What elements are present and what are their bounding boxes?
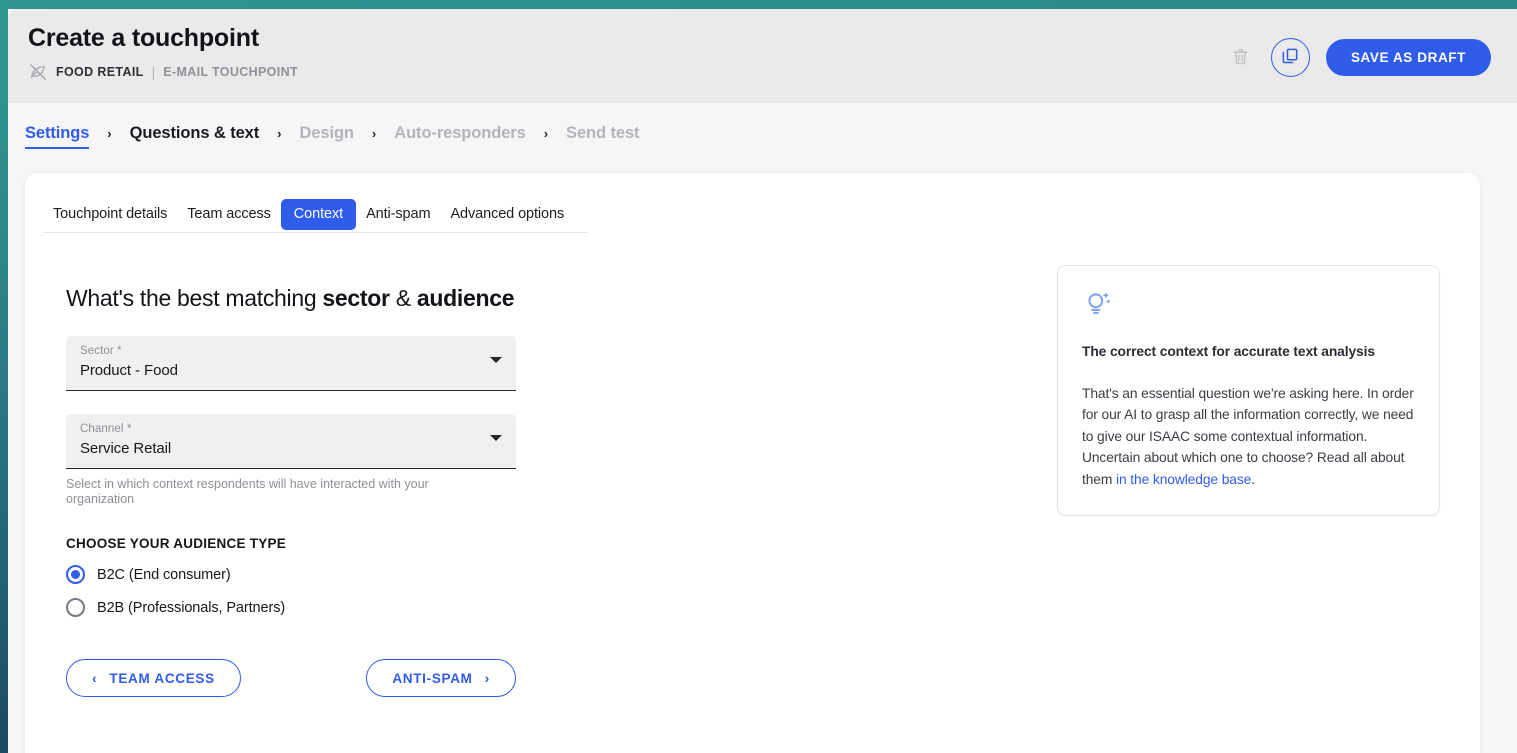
step-chevron-icon: ›	[107, 125, 112, 141]
tab-advanced-options[interactable]: Advanced options	[440, 199, 574, 232]
form-navigation: ‹ TEAM ACCESS ANTI-SPAM ›	[66, 659, 516, 698]
tab-context[interactable]: Context	[280, 199, 357, 230]
step-auto-responders[interactable]: Auto-responders	[394, 124, 526, 149]
chevron-right-icon: ›	[484, 670, 490, 687]
radio-b2c[interactable]: B2C (End consumer)	[66, 565, 516, 585]
section-heading: What's the best matching sector & audien…	[66, 285, 514, 312]
heading-bold-audience: audience	[416, 285, 515, 311]
top-accent-rail	[8, 0, 1517, 9]
step-chevron-icon: ›	[371, 125, 377, 141]
channel-label: Channel *	[80, 423, 132, 435]
channel-help-text: Select in which context respondents will…	[66, 477, 429, 506]
tab-team-access[interactable]: Team access	[177, 199, 281, 232]
wizard-steps: Settings › Questions & text › Design › A…	[25, 119, 640, 153]
duplicate-button[interactable]	[1270, 38, 1310, 77]
breadcrumb: FOOD RETAIL | E-MAIL TOUCHPOINT	[28, 62, 298, 82]
context-form: Sector * Product - Food Channel * Servic…	[66, 336, 516, 698]
info-body-suffix: .	[1251, 471, 1255, 487]
sector-label: Sector *	[80, 345, 122, 357]
settings-card: Touchpoint details Team access Context A…	[25, 173, 1480, 753]
chevron-down-icon	[490, 435, 502, 441]
heading-part-1: What's the best matching	[66, 285, 323, 311]
step-design[interactable]: Design	[300, 124, 355, 149]
page-header: Create a touchpoint FOOD RETAIL | E-MAIL…	[8, 9, 1517, 103]
step-send-test[interactable]: Send test	[566, 124, 639, 149]
delete-button[interactable]	[1227, 44, 1255, 72]
chevron-left-icon: ‹	[92, 670, 98, 687]
channel-select[interactable]: Channel * Service Retail	[66, 414, 516, 469]
info-tip-body: That's an essential question we're askin…	[1082, 383, 1419, 490]
step-chevron-icon: ›	[543, 125, 549, 141]
knowledge-base-link[interactable]: in the knowledge base	[1116, 472, 1251, 487]
radio-b2b-label: B2B (Professionals, Partners)	[97, 599, 286, 616]
tab-touchpoint-details[interactable]: Touchpoint details	[43, 199, 177, 232]
heading-bold-sector: sector	[322, 285, 390, 311]
info-tip-title: The correct context for accurate text an…	[1082, 344, 1375, 359]
audience-type-label: CHOOSE YOUR AUDIENCE TYPE	[66, 536, 287, 552]
settings-tabs: Touchpoint details Team access Context A…	[43, 199, 588, 233]
step-questions-and-text[interactable]: Questions & text	[130, 124, 260, 149]
leaf-disabled-icon	[28, 62, 48, 82]
radio-unchecked-icon	[66, 598, 85, 618]
duplicate-icon	[1280, 46, 1300, 69]
radio-checked-icon	[66, 565, 85, 585]
step-chevron-icon: ›	[277, 125, 282, 141]
save-as-draft-button[interactable]: SAVE AS DRAFT	[1325, 39, 1491, 76]
radio-b2b[interactable]: B2B (Professionals, Partners)	[66, 598, 516, 618]
sector-select[interactable]: Sector * Product - Food	[66, 336, 516, 391]
trash-icon	[1231, 46, 1250, 70]
left-accent-rail	[0, 0, 8, 753]
header-actions: SAVE AS DRAFT	[1227, 38, 1491, 77]
info-tip-card: The correct context for accurate text an…	[1057, 265, 1440, 516]
heading-part-2: &	[389, 285, 417, 311]
previous-step-label: TEAM ACCESS	[109, 670, 215, 686]
lightbulb-idea-icon	[1082, 288, 1116, 327]
radio-b2c-label: B2C (End consumer)	[97, 566, 231, 583]
sector-value: Product - Food	[80, 362, 178, 379]
page-title: Create a touchpoint	[28, 24, 259, 52]
previous-step-button[interactable]: ‹ TEAM ACCESS	[66, 659, 241, 698]
step-settings[interactable]: Settings	[25, 124, 90, 149]
breadcrumb-separator: |	[151, 64, 156, 80]
breadcrumb-type: E-MAIL TOUCHPOINT	[163, 65, 298, 79]
next-step-label: ANTI-SPAM	[392, 670, 473, 686]
channel-value: Service Retail	[80, 440, 172, 457]
chevron-down-icon	[490, 357, 502, 363]
breadcrumb-brand: FOOD RETAIL	[56, 65, 144, 79]
next-step-button[interactable]: ANTI-SPAM ›	[366, 659, 516, 698]
tab-anti-spam[interactable]: Anti-spam	[356, 199, 440, 232]
